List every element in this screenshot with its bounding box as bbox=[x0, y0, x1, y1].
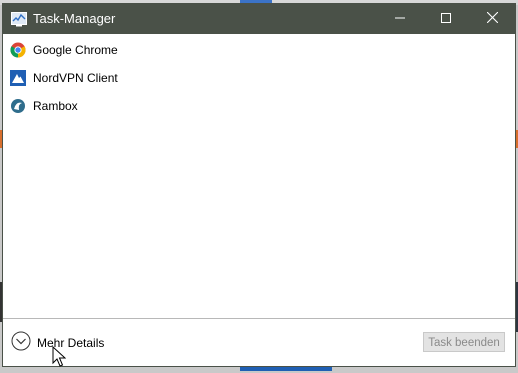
app-label: NordVPN Client bbox=[33, 71, 118, 85]
app-row-nordvpn[interactable]: NordVPN Client bbox=[3, 64, 515, 92]
task-manager-icon bbox=[11, 11, 27, 27]
minimize-button[interactable] bbox=[377, 4, 423, 34]
more-details-toggle[interactable] bbox=[11, 331, 31, 355]
rambox-icon bbox=[10, 98, 26, 114]
more-details-label[interactable]: Mehr Details bbox=[37, 335, 104, 351]
chevron-down-circle-icon bbox=[11, 331, 31, 356]
task-manager-window: Task-Manager Google Chrome NordVPN Clien… bbox=[2, 3, 516, 367]
app-label: Rambox bbox=[33, 99, 78, 113]
app-row-chrome[interactable]: Google Chrome bbox=[3, 36, 515, 64]
maximize-button[interactable] bbox=[423, 4, 469, 34]
end-task-button[interactable]: Task beenden bbox=[423, 332, 505, 352]
window-title: Task-Manager bbox=[33, 11, 116, 26]
maximize-icon bbox=[441, 10, 451, 28]
close-icon bbox=[486, 10, 498, 28]
app-label: Google Chrome bbox=[33, 43, 118, 57]
mouse-cursor-icon bbox=[52, 345, 67, 368]
minimize-icon bbox=[395, 10, 405, 28]
nordvpn-icon bbox=[10, 70, 26, 86]
running-apps-list: Google Chrome NordVPN Client Rambox bbox=[3, 36, 515, 120]
title-bar[interactable]: Task-Manager bbox=[3, 4, 515, 34]
app-row-rambox[interactable]: Rambox bbox=[3, 92, 515, 120]
chrome-icon bbox=[10, 42, 26, 58]
footer-bar: Mehr Details Task beenden bbox=[3, 318, 515, 366]
close-button[interactable] bbox=[469, 4, 515, 34]
